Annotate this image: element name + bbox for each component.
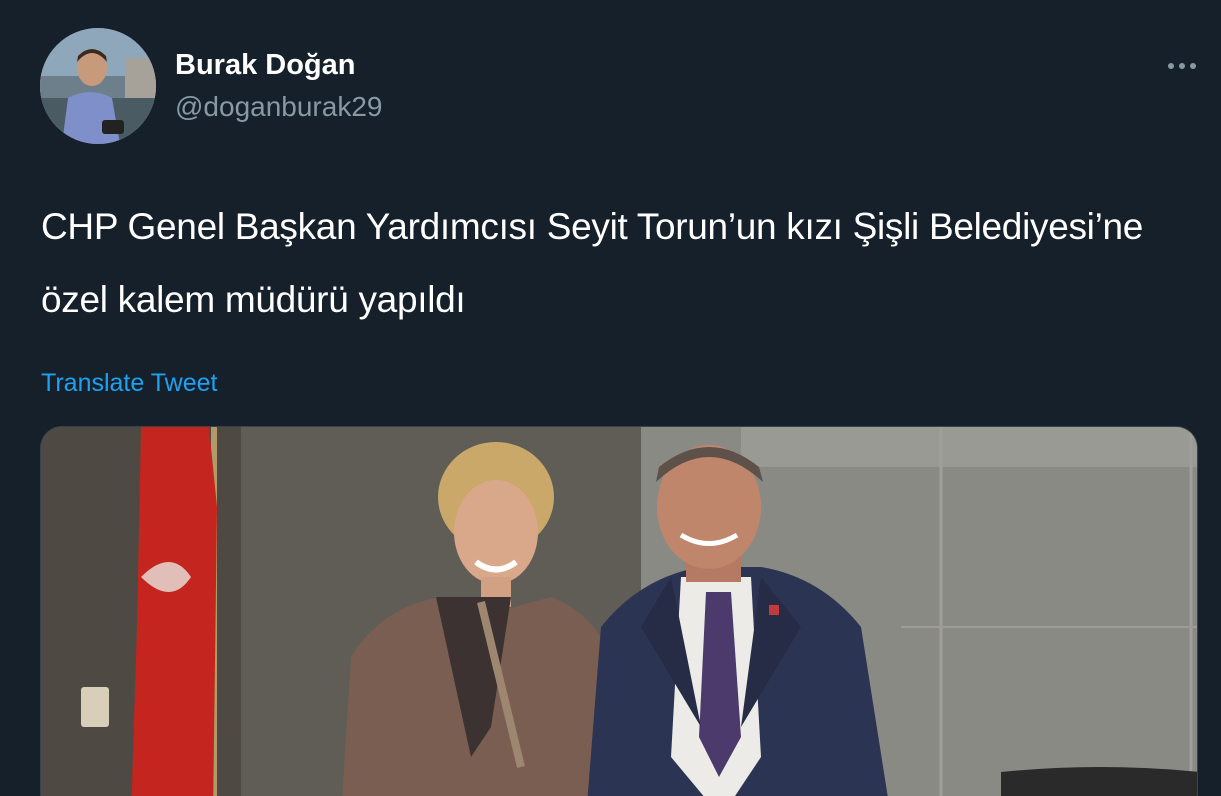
- photo-of-two-people-beside-flag-icon: [41, 427, 1197, 796]
- tweet-text: CHP Genel Başkan Yardımcısı Seyit Torun’…: [41, 206, 1144, 320]
- author-name[interactable]: Burak Doğan: [175, 49, 355, 82]
- tweet-card: Burak Doğan @doganburak29 CHP Genel Başk…: [0, 0, 1221, 796]
- author-avatar[interactable]: [40, 28, 156, 144]
- more-horizontal-icon: [1168, 63, 1196, 69]
- author-handle[interactable]: @doganburak29: [175, 91, 382, 123]
- more-options-button[interactable]: [1160, 50, 1204, 82]
- tweet-media-photo[interactable]: [40, 426, 1198, 796]
- translate-tweet-link[interactable]: Translate Tweet: [41, 369, 217, 398]
- avatar-photo-icon: [40, 28, 156, 144]
